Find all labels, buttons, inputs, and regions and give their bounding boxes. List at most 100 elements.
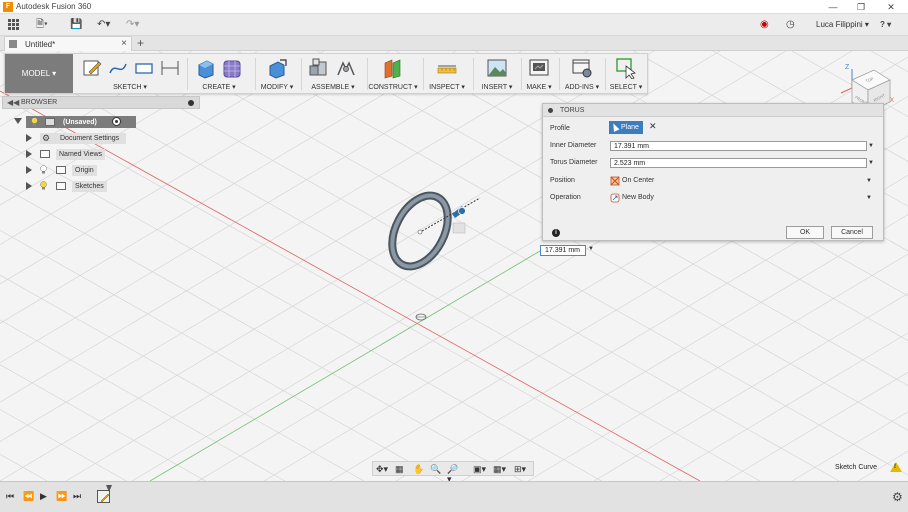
redo-icon[interactable]: ↷▾	[126, 18, 139, 32]
torus-body[interactable]	[381, 186, 481, 276]
zoom-icon[interactable]: 🔍	[430, 464, 442, 474]
browser-item-named-views[interactable]: Named Views	[26, 148, 136, 160]
timeline-settings-gear-icon[interactable]: ⚙	[892, 490, 903, 504]
distance-manipulator-arrow-icon[interactable]	[452, 206, 466, 218]
operation-select[interactable]: New Body ▼	[610, 192, 872, 204]
ok-button[interactable]: OK	[786, 226, 824, 239]
browser-panel-header[interactable]: ◀◀ BROWSER	[2, 96, 200, 109]
inner-diameter-dropdown-icon[interactable]: ▼	[868, 143, 874, 149]
scripts-add-ins-icon[interactable]	[571, 57, 593, 79]
expand-triangle-icon[interactable]	[26, 134, 32, 142]
inner-diameter-input[interactable]	[610, 141, 867, 151]
extrude-icon[interactable]	[195, 57, 217, 79]
user-account-menu[interactable]: Luca Filippini ▾	[816, 20, 869, 29]
file-menu-icon[interactable]: 🗎▾	[36, 18, 48, 32]
construct-group[interactable]: CONSTRUCT ▾	[367, 54, 419, 93]
create-sketch-icon[interactable]	[81, 57, 103, 79]
expand-triangle-icon[interactable]	[26, 150, 32, 158]
construct-group-label[interactable]: CONSTRUCT ▾	[367, 83, 419, 91]
inspect-group[interactable]: INSPECT ▾	[425, 54, 469, 93]
modify-group[interactable]: MODIFY ▾	[257, 54, 297, 93]
joint-icon[interactable]	[335, 57, 357, 79]
torus-dialog-header[interactable]: TORUS	[543, 104, 883, 117]
clear-selection-icon[interactable]: ✕	[649, 121, 657, 132]
grid-settings-icon[interactable]: ▦▾	[493, 464, 506, 474]
select-group[interactable]: SELECT ▾	[605, 54, 647, 93]
close-tab-icon[interactable]: ×	[121, 38, 127, 49]
browser-item-sketches[interactable]: Sketches	[26, 180, 136, 192]
operation-dropdown-icon[interactable]: ▼	[866, 192, 872, 204]
look-at-icon[interactable]: ▦	[395, 464, 407, 474]
torus-diameter-dropdown-icon[interactable]: ▼	[868, 160, 874, 166]
position-select[interactable]: On Center ▼	[610, 175, 872, 187]
timeline-next-icon[interactable]: ⏩	[56, 491, 67, 502]
sketch-rectangle-icon[interactable]	[133, 57, 155, 79]
collapse-triangle-icon[interactable]	[14, 118, 22, 124]
record-icon[interactable]: ◉	[760, 18, 769, 32]
activate-radio-icon[interactable]	[112, 117, 121, 126]
torus-diameter-input[interactable]	[610, 158, 867, 168]
make-group[interactable]: MAKE ▾	[521, 54, 557, 93]
profile-selection-button[interactable]: Plane	[609, 121, 643, 134]
new-tab-plus-icon[interactable]: +	[137, 36, 144, 50]
timeline-play-icon[interactable]: ▶	[40, 491, 47, 502]
create-group[interactable]: CREATE ▾	[191, 54, 247, 93]
browser-item-document-settings[interactable]: Document Settings ⚙	[26, 132, 136, 144]
modify-group-label[interactable]: MODIFY ▾	[257, 83, 297, 91]
sketch-group[interactable]: SKETCH ▾	[77, 54, 183, 93]
tab-untitled[interactable]: Untitled* ×	[4, 36, 132, 51]
browser-root-row[interactable]: (Unsaved)	[14, 116, 136, 128]
insert-image-icon[interactable]	[486, 57, 508, 79]
collapse-browser-icon[interactable]: ◀◀	[7, 98, 19, 107]
offset-plane-icon[interactable]	[382, 57, 404, 79]
make-group-label[interactable]: MAKE ▾	[521, 83, 557, 91]
visibility-bulb-icon[interactable]	[40, 165, 47, 174]
close-window-icon[interactable]: ✕	[876, 0, 906, 14]
create-group-label[interactable]: CREATE ▾	[191, 83, 247, 91]
canvas-dimension-dropdown-icon[interactable]: ▼	[588, 246, 594, 252]
cancel-button[interactable]: Cancel	[831, 226, 873, 239]
insert-group[interactable]: INSERT ▾	[475, 54, 519, 93]
expand-triangle-icon[interactable]	[26, 182, 32, 190]
insert-group-label[interactable]: INSERT ▾	[475, 83, 519, 91]
select-group-label[interactable]: SELECT ▾	[605, 83, 647, 91]
job-status-clock-icon[interactable]: ◷	[786, 18, 795, 32]
sketch-line-icon[interactable]	[107, 57, 129, 79]
browser-item-origin[interactable]: Origin	[26, 164, 136, 176]
expand-triangle-icon[interactable]	[26, 166, 32, 174]
fit-zoom-icon[interactable]: 🔎▾	[447, 464, 459, 484]
add-ins-group[interactable]: ADD-INS ▾	[559, 54, 605, 93]
restore-icon[interactable]: ❐	[846, 0, 876, 14]
orbit-icon[interactable]: ✥▾	[376, 464, 388, 474]
create-form-icon[interactable]	[221, 57, 243, 79]
visibility-bulb-icon[interactable]	[31, 117, 38, 126]
save-icon[interactable]: 💾	[70, 18, 82, 32]
workspace-switcher-button[interactable]: MODEL ▾	[5, 54, 73, 93]
inspect-group-label[interactable]: INSPECT ▾	[425, 83, 469, 91]
measure-icon[interactable]	[436, 57, 458, 79]
select-icon[interactable]	[615, 57, 637, 79]
new-component-icon[interactable]	[307, 57, 329, 79]
data-panel-grid-icon[interactable]	[8, 19, 19, 30]
dialog-expand-icon[interactable]	[548, 108, 553, 113]
info-icon[interactable]: i	[552, 229, 560, 237]
add-ins-group-label[interactable]: ADD-INS ▾	[559, 83, 605, 91]
position-dropdown-icon[interactable]: ▼	[866, 175, 872, 187]
sketch-dimension-icon[interactable]	[159, 57, 181, 79]
display-settings-icon[interactable]: ▣▾	[473, 464, 486, 474]
help-menu[interactable]: ? ▾	[880, 18, 891, 32]
press-pull-icon[interactable]	[266, 57, 288, 79]
timeline-sketch-feature-icon[interactable]	[97, 490, 110, 503]
warning-icon[interactable]: !	[890, 462, 902, 472]
pan-hand-icon[interactable]: ✋	[413, 464, 425, 474]
viewports-icon[interactable]: ⊞▾	[514, 464, 526, 474]
assemble-group[interactable]: ASSEMBLE ▾	[303, 54, 363, 93]
timeline-first-icon[interactable]: ⏮	[6, 491, 14, 502]
timeline-previous-icon[interactable]: ⏪	[23, 491, 34, 502]
visibility-bulb-icon[interactable]	[40, 181, 47, 190]
undo-icon[interactable]: ↶▾	[97, 18, 110, 32]
timeline-last-icon[interactable]: ⏭	[73, 491, 81, 502]
browser-pin-icon[interactable]	[188, 100, 194, 106]
sketch-group-label[interactable]: SKETCH ▾	[77, 83, 183, 91]
3d-print-icon[interactable]	[528, 57, 550, 79]
